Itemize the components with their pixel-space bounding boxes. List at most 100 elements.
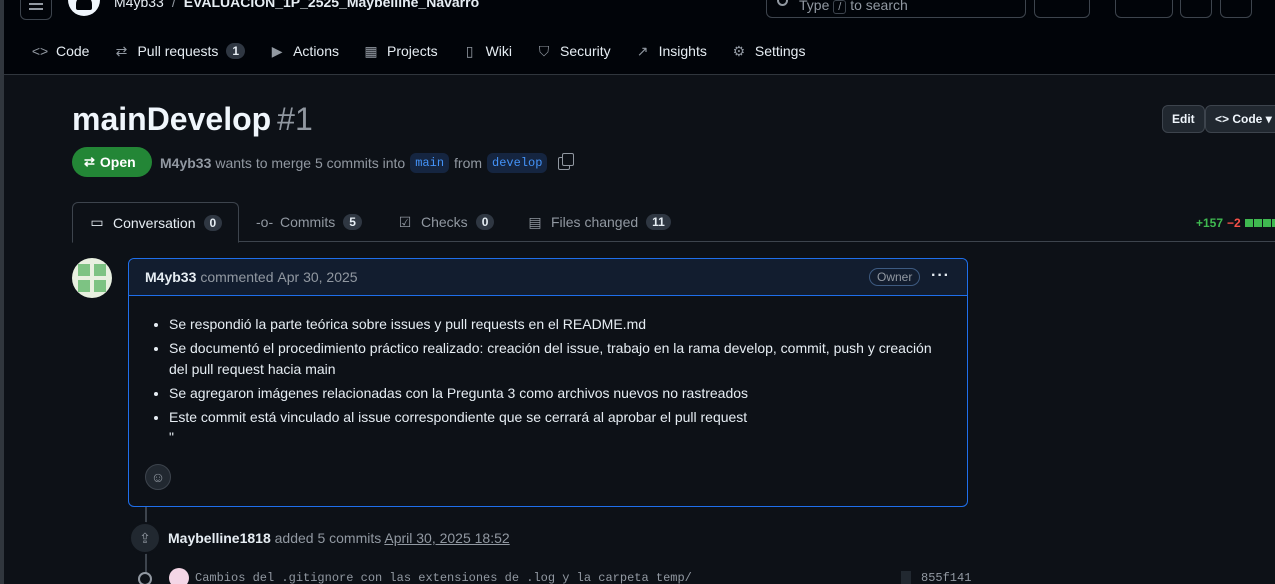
gear-icon: ⚙ [732, 42, 746, 59]
event-author[interactable]: Maybelline1818 [168, 530, 271, 546]
commit-sha[interactable]: 855f141 [921, 571, 971, 584]
search-icon [777, 0, 788, 6]
comment-action: commented [200, 269, 274, 285]
repo-push-icon: ⇪ [129, 522, 161, 554]
owner-badge: Owner [869, 268, 921, 286]
avatar[interactable] [72, 258, 112, 298]
tab-count: 0 [203, 214, 223, 231]
status-badge: ⇄ Open [72, 147, 152, 177]
kebab-menu-icon[interactable]: ··· [931, 267, 950, 285]
code-button[interactable]: <> Code ▾ [1205, 105, 1275, 133]
avatar[interactable] [169, 568, 189, 584]
tab-count: 5 [343, 214, 362, 230]
pr-tabs: ▭ Conversation 0 -o- Commits 5 ☑ Checks 0 ▤ Fil… [72, 202, 1275, 243]
tab-label: Files changed [551, 214, 639, 230]
tab-count: 1 [226, 43, 246, 59]
event-date[interactable]: April 30, 2025 18:52 [384, 530, 509, 546]
tab-label: Pull requests [137, 43, 219, 59]
tab-settings[interactable]: ⚙ Settings [731, 40, 806, 62]
tab-actions[interactable]: ▶ Actions [269, 40, 339, 62]
edit-button[interactable]: Edit [1162, 105, 1205, 133]
comment-box: M4yb33 commented Apr 30, 2025 Owner ··· … [128, 258, 968, 507]
tab-label: Insights [658, 43, 707, 59]
diffstat-block [1253, 219, 1262, 227]
pull-requests-button[interactable] [1220, 0, 1252, 18]
tab-projects[interactable]: ▦ Projects [363, 40, 438, 62]
list-item: Este commit está vinculado al issue corr… [169, 407, 951, 428]
diffstat-block [1262, 219, 1271, 227]
tab-checks[interactable]: ☑ Checks 0 [397, 202, 495, 242]
avatar-block [94, 264, 106, 276]
tab-label: Settings [754, 43, 806, 59]
menu-button[interactable] [20, 0, 52, 20]
status-label: Open [99, 154, 136, 170]
hamburger-icon [29, 8, 43, 10]
pr-number: #1 [277, 101, 313, 137]
search-input[interactable]: Type / to search [766, 0, 1026, 18]
tab-files-changed[interactable]: ▤ Files changed 11 [527, 202, 671, 242]
tab-label: Conversation [113, 214, 196, 231]
base-branch[interactable]: main [410, 153, 450, 173]
chevron-down-icon: ▾ [1265, 112, 1272, 126]
list-item: Se documentó el procedimiento práctico r… [169, 338, 951, 380]
tab-code[interactable]: <> Code [31, 40, 90, 62]
comment-date[interactable]: Apr 30, 2025 [277, 269, 357, 285]
comment-icon: ▭ [90, 214, 104, 230]
graph-icon: ↗ [636, 42, 649, 59]
search-shortcut-key: / [833, 0, 847, 14]
breadcrumb-repo[interactable]: EVALUACION_1P_2525_Maybelline_Navarro [184, 0, 479, 10]
commit-message[interactable]: Cambios del .gitignore con las extension… [195, 571, 692, 584]
tab-label: Wiki [485, 43, 513, 59]
pr-meta: M4yb33 wants to merge 5 commits into mai… [160, 152, 575, 173]
tab-security[interactable]: ⛉ Security [536, 40, 611, 62]
breadcrumb-separator: / [171, 0, 176, 10]
pr-title: mainDevelop [72, 101, 272, 137]
commit-icon: -o- [256, 214, 274, 230]
event-action: added 5 commits [274, 530, 382, 546]
avatar-block [78, 280, 90, 292]
code-icon: <> [31, 43, 49, 59]
list-item: Se agregaron imágenes relacionadas con l… [169, 383, 951, 404]
issues-button[interactable] [1180, 0, 1212, 18]
comment-trailing-text: " [169, 429, 174, 445]
commit-icon [138, 572, 152, 584]
additions-count: +157 [1196, 216, 1224, 230]
table-icon: ▦ [364, 42, 378, 59]
shield-icon: ⛉ [538, 42, 550, 59]
breadcrumb: M4yb33 / EVALUACION_1P_2525_Maybelline_Nav… [114, 0, 479, 10]
diffstat: +157 −2 [1196, 216, 1275, 230]
head-branch[interactable]: develop [487, 153, 548, 173]
tab-count: 11 [646, 214, 671, 230]
copy-icon[interactable] [558, 152, 575, 170]
verified-icon [901, 571, 911, 584]
checklist-icon: ☑ [398, 213, 412, 230]
tab-commits[interactable]: -o- Commits 5 [256, 202, 362, 242]
tab-label: Projects [387, 43, 438, 59]
code-button-label: Code [1232, 112, 1263, 126]
search-placeholder-post: to search [850, 0, 908, 13]
github-logo-icon[interactable] [68, 0, 100, 16]
comment-body: Se respondió la parte teórica sobre issu… [129, 296, 967, 428]
diffstat-block [1244, 219, 1253, 227]
tab-conversation[interactable]: ▭ Conversation 0 [72, 202, 240, 243]
page-title: mainDevelop #1 [72, 101, 313, 138]
comment-header: M4yb33 commented Apr 30, 2025 Owner ··· [129, 259, 967, 296]
comment-author[interactable]: M4yb33 [145, 269, 196, 285]
tab-pull-requests[interactable]: ⇄ Pull requests 1 [113, 40, 246, 62]
deletions-count: −2 [1227, 216, 1241, 230]
create-new-button[interactable] [1115, 0, 1173, 18]
tab-insights[interactable]: ↗ Insights [635, 40, 707, 62]
tab-label: Code [56, 43, 90, 59]
list-item: Se respondió la parte teórica sobre issu… [169, 314, 951, 335]
from-text: from [454, 155, 483, 171]
copilot-button[interactable] [1034, 0, 1090, 18]
smiley-icon[interactable]: ☺ [145, 464, 171, 490]
merge-text: wants to merge 5 commits into [215, 155, 406, 171]
tab-label: Commits [280, 214, 336, 230]
code-icon: <> [1215, 112, 1233, 126]
play-icon: ▶ [271, 42, 283, 59]
pr-author-link[interactable]: M4yb33 [160, 155, 211, 171]
repo-nav: <> Code ⇄ Pull requests 1 ▶ Actions ▦ Project… [32, 40, 829, 62]
tab-wiki[interactable]: ▯ Wiki [462, 40, 512, 62]
breadcrumb-owner[interactable]: M4yb33 [114, 0, 164, 10]
